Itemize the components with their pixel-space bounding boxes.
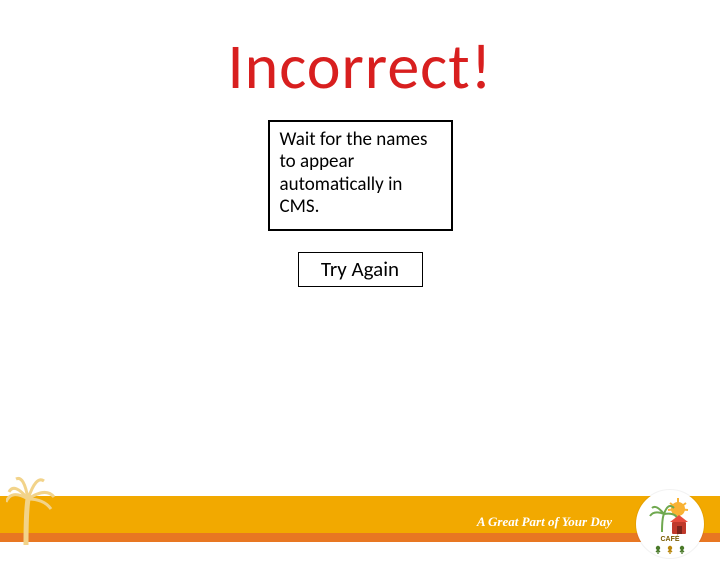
feedback-message-box: Wait for the names to appear automatical…	[268, 120, 453, 231]
feedback-message-text: Wait for the names to appear automatical…	[280, 128, 428, 218]
palm-tree-icon	[6, 467, 61, 550]
cafe-logo: CAFÉ	[636, 490, 704, 558]
svg-text:CAFÉ: CAFÉ	[660, 534, 679, 543]
footer-tagline: A Great Part of Your Day	[477, 514, 612, 530]
footer-accent-strip	[0, 533, 720, 542]
footer-bar	[0, 496, 720, 542]
feedback-heading: Incorrect!	[0, 28, 720, 106]
try-again-button[interactable]: Try Again	[298, 252, 423, 287]
